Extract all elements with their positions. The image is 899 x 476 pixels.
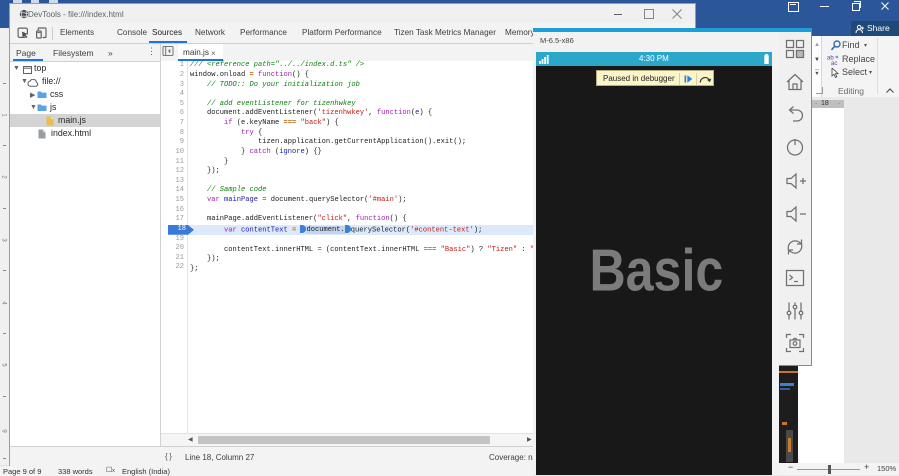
svg-text:ac: ac: [831, 61, 837, 66]
